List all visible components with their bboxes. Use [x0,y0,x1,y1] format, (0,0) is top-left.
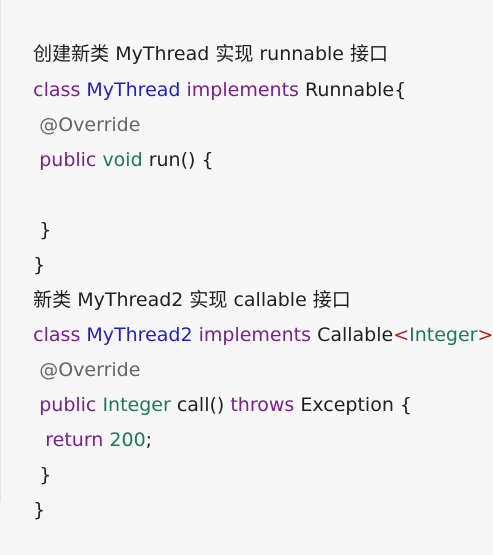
code-line-8: 新类 MyThread2 实现 callable 接口 [9,255,351,311]
code-line-9: class MyThread2 implements Callable<Inte… [9,290,493,346]
code-token: 200 [109,429,146,451]
code-line-1: 创建新类 MyThread 实现 runnable 接口 [9,9,388,65]
code-line-4: public void run() { [9,115,213,171]
code-token: run() { [142,149,214,171]
code-token: { [394,79,407,101]
code-token: ; [145,429,153,451]
code-token: Exception { [294,394,412,416]
code-token: throws [230,394,295,416]
code-line-6: } [9,185,51,241]
code-line-13: } [9,430,51,486]
code-line-3: @Override [9,80,140,136]
code-line-7: } [9,220,45,276]
code-token: > [477,324,493,346]
code-token: call() [170,394,231,416]
code-line-11: public Integer call() throws Exception { [9,360,412,416]
code-line-12: return 200; [9,395,152,451]
code-panel: 创建新类 MyThread 实现 runnable 接口 class MyThr… [0,0,493,521]
code-token: public [33,149,97,171]
code-token: Runnable [304,79,395,101]
code-token: implements [186,79,299,101]
code-line-10: @Override [9,325,140,381]
code-token: void [102,149,143,171]
code-token: < [393,324,410,346]
code-line-2: class MyThread implements Runnable{ [9,45,406,101]
code-line-14: } [9,465,45,521]
code-token: Integer [409,324,478,346]
code-token: implements [198,324,312,346]
code-token: Callable [317,324,394,346]
code-token: } [33,499,46,521]
